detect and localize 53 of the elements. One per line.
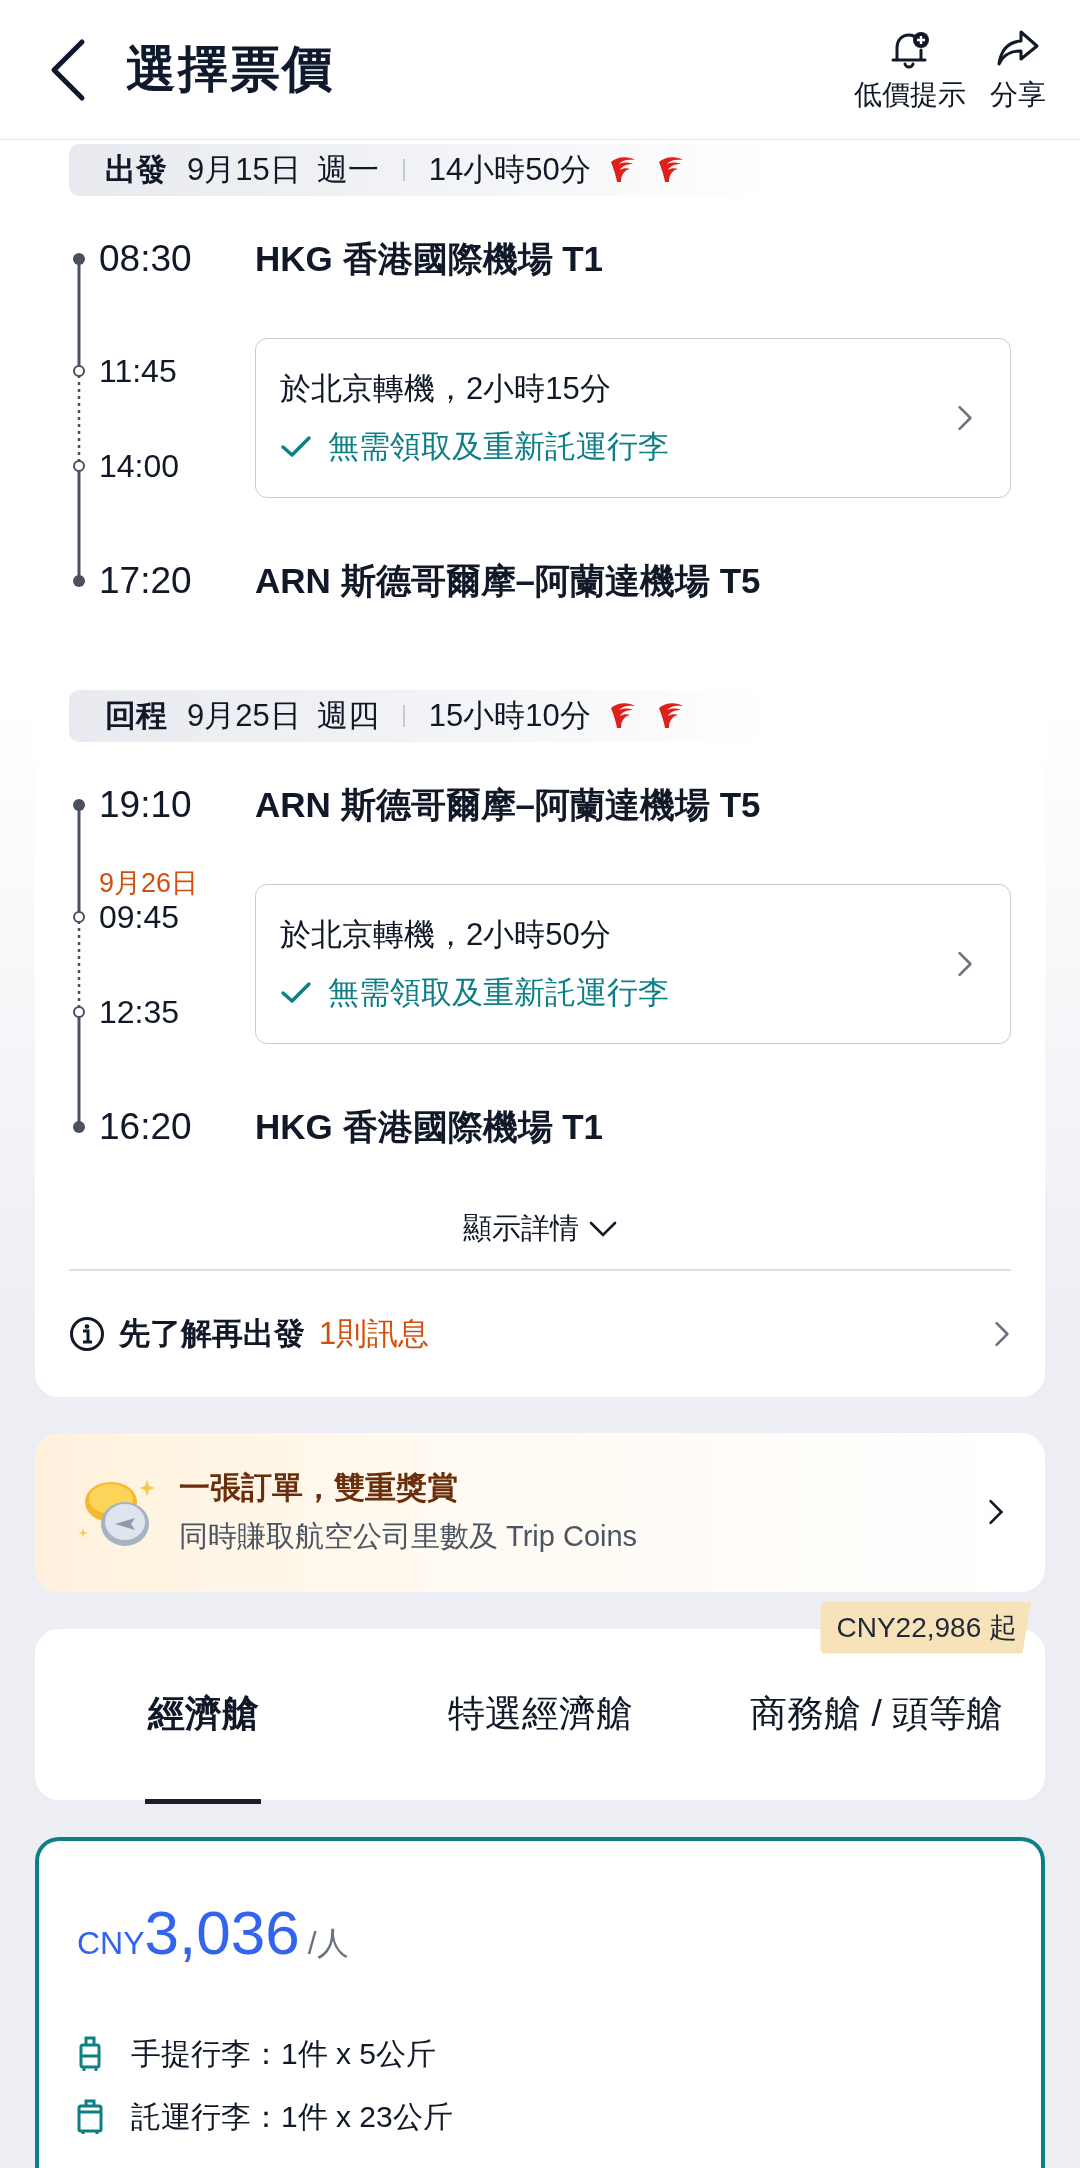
info-icon [69,1315,105,1352]
segment-date: 9月25日 [187,697,301,735]
promo-title: 一張訂單，雙重獎賞 [179,1469,459,1507]
chevron-right-icon [956,951,974,977]
arrival-time: 11:45 [99,353,177,389]
segment-date: 9月15日 [187,151,301,189]
page-title: 選擇票價 [126,40,335,99]
date-change-note: 9月26日 [99,867,199,900]
departure-airport: HKG 香港國際機場 T1 [255,237,605,280]
arrival-time: 17:20 [98,560,193,602]
arrival-time: 09:45 [99,899,180,935]
departure-time: 12:35 [99,994,180,1030]
transfer-card[interactable]: 於北京轉機，2小時50分 無需領取及重新託運行李 [255,884,1011,1044]
suitcase-icon [77,2036,103,2072]
departure-time: 14:00 [99,448,180,484]
departure-time: 08:30 [98,238,193,280]
show-details-button[interactable]: 顯示詳情 [463,1209,617,1249]
transfer-info: 於北京轉機，2小時50分 [280,916,612,954]
baggage-allowance: 託運行李：1件 x 23公斤 [131,2098,453,2135]
promo-subtitle: 同時賺取航空公司里數及 Trip Coins [179,1519,639,1554]
segment-weekday: 週一 [316,151,379,189]
transfer-card[interactable]: 於北京轉機，2小時15分 無需領取及重新託運行李 [255,338,1011,498]
notice-link[interactable]: 1則訊息 [319,1312,979,1355]
chevron-right-icon[interactable] [993,1320,1011,1347]
departure-airport: ARN 斯德哥爾摩–阿蘭達機場 T5 [255,783,762,826]
baggage-note: 無需領取及重新託運行李 [328,974,669,1012]
alert-button[interactable]: 低價提示 [854,25,966,114]
caret-down-icon [589,1221,617,1237]
departure-time: 19:10 [98,784,193,826]
arrival-airport: HKG 香港國際機場 T1 [255,1105,605,1148]
price-unit: /人 [307,1923,349,1963]
arrival-time: 16:20 [98,1106,193,1148]
check-icon [280,981,312,1005]
segment-label: 回程 [105,697,167,735]
baggage-note: 無需領取及重新託運行李 [328,428,669,466]
chevron-right-icon [987,1499,1005,1525]
share-button[interactable]: 分享 [990,25,1046,114]
check-icon [280,435,312,459]
transfer-info: 於北京轉機，2小時15分 [280,370,612,408]
price-currency: CNY [77,1924,145,1962]
chevron-right-icon [956,405,974,431]
arrival-airport: ARN 斯德哥爾摩–阿蘭達機場 T5 [255,559,762,602]
segment-duration: 14小時50分 [428,151,591,189]
promo-banner[interactable]: 一張訂單，雙重獎賞 同時賺取航空公司里數及 Trip Coins [35,1432,1045,1592]
luggage-icon [77,2099,103,2135]
price-amount: 3,036 [144,1896,300,1968]
segment-duration: 15小時10分 [428,697,591,735]
fare-card[interactable]: CNY3,036/人 手提行李：1件 x 5公斤 託運行李：1件 x 23公斤 [35,1836,1045,2168]
segment-weekday: 週四 [316,697,379,735]
cabin-tab[interactable]: 特選經濟艙 [371,1628,709,1800]
baggage-allowance: 手提行李：1件 x 5公斤 [131,2035,437,2072]
segment-label: 出發 [105,151,167,189]
notice-text: 先了解再出發 [119,1314,305,1353]
